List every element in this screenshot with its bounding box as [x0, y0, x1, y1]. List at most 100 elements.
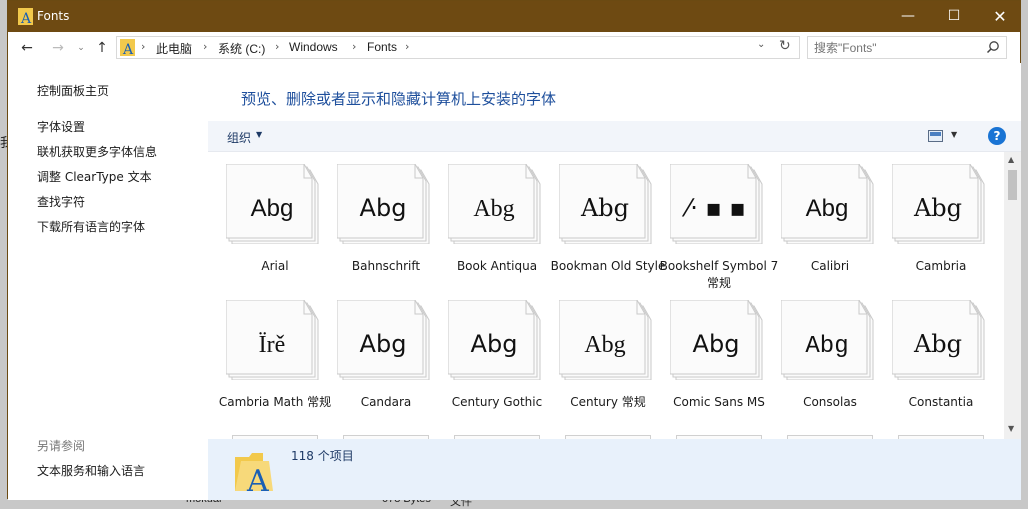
- breadcrumb-fonts[interactable]: Fonts: [367, 40, 397, 54]
- control-panel-home-link[interactable]: 控制面板主页: [37, 82, 109, 99]
- download-all-fonts-link[interactable]: 下载所有语言的字体: [37, 218, 145, 235]
- fonts-folder-icon: A: [235, 453, 273, 493]
- font-sample-text: Abg: [580, 194, 629, 222]
- font-file-icon: Abg: [892, 300, 985, 380]
- search-box[interactable]: [807, 36, 1007, 59]
- font-sample-text: Abg: [806, 195, 849, 222]
- view-chevron-down-icon[interactable]: ▼: [951, 130, 957, 139]
- fonts-folder-icon: A: [120, 39, 135, 56]
- font-file-icon: Abg: [448, 164, 541, 244]
- font-tile[interactable]: Abg Consolas: [763, 288, 874, 424]
- svg-text:A: A: [122, 42, 134, 56]
- maximize-button[interactable]: ☐: [931, 1, 977, 32]
- font-tile[interactable]: Abg Bahnschrift: [319, 152, 430, 288]
- font-file-icon: Ïrě: [226, 300, 319, 380]
- font-sample-text: Abg: [473, 196, 514, 222]
- search-icon[interactable]: [986, 40, 1000, 54]
- font-file-icon: ⁄· ▪ ▪: [670, 164, 763, 244]
- minimize-button[interactable]: —: [885, 1, 931, 32]
- breadcrumb-this-pc[interactable]: 此电脑: [156, 40, 192, 57]
- font-tile[interactable]: Abg Bookman Old Style: [541, 152, 665, 288]
- font-sample-text: Abg: [693, 330, 740, 358]
- vertical-scrollbar[interactable]: ▲ ▼: [1004, 152, 1021, 439]
- breadcrumb-separator-icon[interactable]: ›: [275, 40, 279, 53]
- svg-text:A: A: [246, 464, 269, 493]
- scrollbar-thumb[interactable]: [1008, 170, 1017, 200]
- font-sample-text: Abg: [360, 194, 407, 222]
- font-sample-text: Ïrě: [259, 332, 286, 358]
- recent-locations-chevron-icon[interactable]: ⌄: [71, 38, 91, 58]
- up-arrow-icon[interactable]: ↑: [92, 38, 112, 58]
- font-tile[interactable]: Abg Cambria: [874, 152, 985, 288]
- font-tile[interactable]: Abg Calibri: [763, 152, 874, 288]
- search-input[interactable]: [814, 40, 979, 55]
- font-name-label: Cambria: [915, 259, 967, 273]
- font-file-icon: Abg: [781, 300, 874, 380]
- text-services-link[interactable]: 文本服务和输入语言: [37, 462, 145, 479]
- font-tile[interactable]: Abg Century 常规: [541, 288, 652, 424]
- forward-arrow-icon[interactable]: →: [48, 38, 68, 58]
- breadcrumb-system-drive[interactable]: 系统 (C:): [218, 40, 265, 57]
- address-bar[interactable]: A › 此电脑 › 系统 (C:) › Windows › Fonts › ⌄ …: [116, 36, 800, 59]
- explorer-window: A Fonts — ☐ ✕ ← → ⌄ ↑ A › 此电脑 › 系统 (C:) …: [7, 0, 1021, 500]
- address-dropdown-icon[interactable]: ⌄: [757, 39, 765, 50]
- font-tile[interactable]: ⁄· ▪ ▪ Bookshelf Symbol 7 常规: [652, 152, 778, 290]
- font-grid: Abg Arial Abg Bahnschrift Abg Book Antiqua Abg…: [208, 152, 1004, 439]
- details-pane: A 118 个项目: [208, 439, 1021, 500]
- breadcrumb-windows[interactable]: Windows: [289, 40, 338, 54]
- font-file-icon: Abg: [781, 164, 874, 244]
- adjust-cleartype-link[interactable]: 调整 ClearType 文本: [37, 168, 152, 185]
- window-title: Fonts: [37, 9, 70, 23]
- navigation-bar: ← → ⌄ ↑ A › 此电脑 › 系统 (C:) › Windows › Fo…: [8, 32, 1020, 63]
- font-sample-text: Abg: [913, 330, 962, 358]
- view-options-icon[interactable]: [928, 130, 943, 142]
- font-tile[interactable]: Abg Arial: [208, 152, 319, 288]
- font-settings-link[interactable]: 字体设置: [37, 118, 85, 135]
- svg-text:A: A: [20, 11, 32, 25]
- font-sample-text: Abg: [913, 194, 962, 222]
- font-tile[interactable]: Abg Book Antiqua: [430, 152, 541, 288]
- close-button[interactable]: ✕: [977, 1, 1023, 32]
- main-content: 预览、删除或者显示和隐藏计算机上安装的字体 组织 ▼ ▼ ? Abg Arial A…: [208, 63, 1021, 500]
- fonts-folder-icon: A: [18, 8, 33, 25]
- font-tile[interactable]: Abg Candara: [319, 288, 430, 424]
- font-tile[interactable]: Ïrě Cambria Math 常规: [208, 288, 331, 424]
- font-sample-text: ⁄· ▪ ▪: [681, 194, 745, 222]
- font-tile[interactable]: Abg Century Gothic: [430, 288, 542, 424]
- item-count: 118 个项目: [291, 449, 354, 463]
- font-file-icon: Abg: [226, 164, 319, 244]
- see-also-label: 另请参阅: [37, 439, 86, 453]
- command-bar: 组织 ▼ ▼ ?: [208, 121, 1021, 152]
- scroll-down-icon[interactable]: ▼: [1008, 424, 1014, 433]
- title-bar[interactable]: A Fonts — ☐ ✕: [8, 1, 1020, 32]
- control-panel-sidebar: 控制面板主页 字体设置 联机获取更多字体信息 调整 ClearType 文本 查…: [8, 63, 208, 500]
- font-file-icon: Abg: [559, 164, 652, 244]
- breadcrumb-separator-icon[interactable]: ›: [352, 40, 356, 53]
- breadcrumb-separator-icon[interactable]: ›: [141, 40, 145, 53]
- font-file-icon: Abg: [337, 164, 430, 244]
- font-sample-text: Abg: [471, 330, 518, 358]
- font-file-icon: Abg: [559, 300, 652, 380]
- breadcrumb-separator-icon[interactable]: ›: [405, 40, 409, 53]
- get-more-font-info-link[interactable]: 联机获取更多字体信息: [37, 143, 157, 160]
- refresh-icon[interactable]: ↻: [779, 38, 791, 54]
- breadcrumb-separator-icon[interactable]: ›: [203, 40, 207, 53]
- font-file-icon: Abg: [892, 164, 985, 244]
- font-name-label: Constantia: [908, 395, 974, 409]
- font-sample-text: Abg: [251, 195, 294, 222]
- font-sample-text: Abg: [805, 333, 848, 360]
- help-icon[interactable]: ?: [988, 127, 1006, 145]
- font-file-icon: Abg: [448, 300, 541, 380]
- organize-button[interactable]: 组织: [227, 129, 251, 146]
- back-arrow-icon[interactable]: ←: [17, 38, 37, 58]
- scroll-up-icon[interactable]: ▲: [1008, 155, 1014, 164]
- page-title: 预览、删除或者显示和隐藏计算机上安装的字体: [241, 90, 557, 108]
- organize-chevron-down-icon[interactable]: ▼: [256, 130, 262, 139]
- font-tile[interactable]: Abg Constantia: [874, 288, 985, 424]
- font-tile[interactable]: Abg Comic Sans MS: [652, 288, 765, 424]
- font-sample-text: Abg: [584, 332, 625, 358]
- find-character-link[interactable]: 查找字符: [37, 193, 85, 210]
- font-sample-text: Abg: [360, 330, 407, 358]
- font-file-icon: Abg: [670, 300, 763, 380]
- font-file-icon: Abg: [337, 300, 430, 380]
